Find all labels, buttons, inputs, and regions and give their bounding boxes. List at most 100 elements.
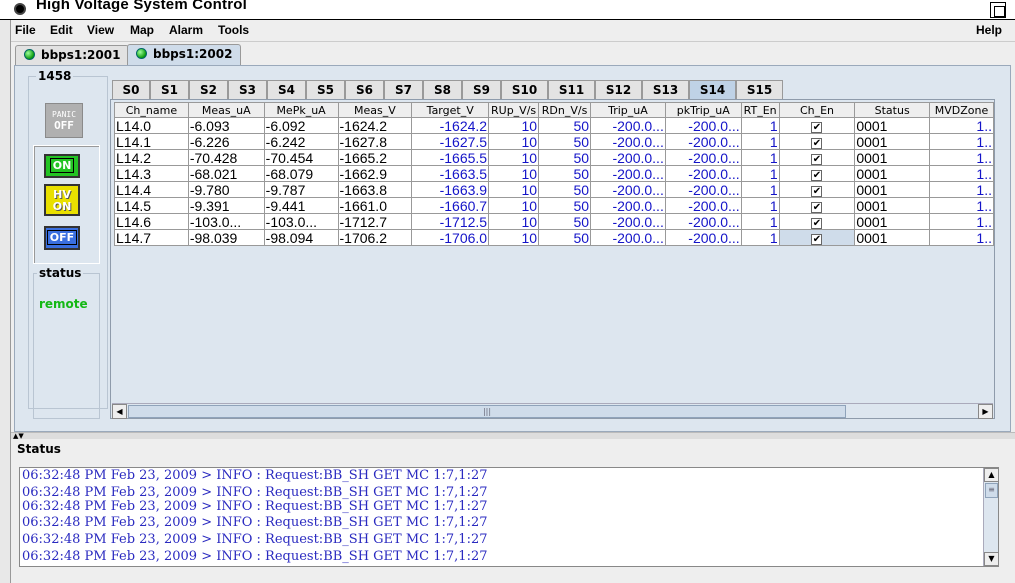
table-cell[interactable]: 10 [488, 181, 540, 198]
slot-tab-s4[interactable]: S4 [267, 80, 306, 99]
hv-on-button[interactable]: HV ON [44, 184, 80, 216]
table-cell[interactable]: 1.. [929, 117, 994, 134]
checkbox[interactable]: ✔ [811, 186, 823, 197]
table-cell[interactable]: -6.242 [263, 133, 339, 150]
horizontal-scrollbar[interactable]: ◀ ||| ▶ [112, 403, 993, 419]
scroll-left-arrow-icon[interactable]: ◀ [112, 404, 127, 419]
column-header[interactable]: Ch_En [778, 102, 856, 118]
menu-help[interactable]: Help [976, 23, 1002, 37]
table-cell[interactable]: 10 [488, 165, 540, 182]
table-cell[interactable]: -1663.9 [411, 181, 490, 198]
slot-tab-s15[interactable]: S15 [736, 80, 783, 99]
table-cell[interactable]: -200.0... [664, 165, 742, 182]
column-header[interactable]: RDn_V/s [538, 102, 592, 118]
slot-tab-s14[interactable]: S14 [689, 80, 736, 99]
off-button[interactable]: OFF [44, 226, 80, 250]
table-cell[interactable]: 50 [538, 213, 592, 230]
scroll-right-arrow-icon[interactable]: ▶ [978, 404, 993, 419]
column-header[interactable]: RUp_V/s [488, 102, 540, 118]
table-cell[interactable]: -200.0... [590, 165, 666, 182]
table-cell[interactable]: -200.0... [664, 213, 742, 230]
slot-tab-s0[interactable]: S0 [112, 80, 150, 99]
on-button[interactable]: ON [44, 154, 80, 178]
column-header[interactable]: Target_V [411, 102, 490, 118]
table-cell[interactable]: L14.6 [114, 213, 189, 230]
table-cell[interactable]: -1624.2 [411, 117, 490, 134]
slot-tab-s8[interactable]: S8 [423, 80, 462, 99]
column-header[interactable]: pkTrip_uA [664, 102, 742, 118]
slot-tab-s11[interactable]: S11 [548, 80, 595, 99]
table-cell[interactable]: 1.. [929, 149, 994, 166]
table-cell[interactable]: ✔ [778, 229, 856, 246]
window-icon[interactable] [14, 3, 26, 15]
table-cell[interactable]: 0001 [854, 117, 930, 134]
table-row[interactable]: L14.2 -70.428 -70.454 -1665.2 -1665.5 10 50 -20… [114, 149, 994, 166]
column-header[interactable]: Status [854, 102, 930, 118]
table-cell[interactable]: -68.021 [187, 165, 265, 182]
vertical-scrollbar[interactable]: ▲ ≡ ▼ [983, 468, 999, 566]
table-cell[interactable]: -9.780 [187, 181, 265, 198]
table-cell[interactable]: -200.0... [664, 229, 742, 246]
table-cell[interactable]: 50 [538, 197, 592, 214]
table-cell[interactable]: L14.5 [114, 197, 189, 214]
table-cell[interactable]: 1.. [929, 229, 994, 246]
table-cell[interactable]: -1627.8 [337, 133, 413, 150]
menu-view[interactable]: View [87, 23, 114, 37]
table-cell[interactable]: 10 [488, 213, 540, 230]
table-cell[interactable]: ✔ [778, 213, 856, 230]
table-cell[interactable]: -200.0... [664, 117, 742, 134]
table-row[interactable]: L14.3 -68.021 -68.079 -1662.9 -1663.5 10 50 -20… [114, 165, 994, 182]
table-cell[interactable]: -1706.0 [411, 229, 490, 246]
table-cell[interactable]: L14.4 [114, 181, 189, 198]
slot-tab-s9[interactable]: S9 [462, 80, 501, 99]
table-cell[interactable]: 50 [538, 117, 592, 134]
column-header[interactable]: Trip_uA [590, 102, 666, 118]
table-cell[interactable]: 1.. [929, 213, 994, 230]
table-cell[interactable]: 1 [740, 213, 780, 230]
table-cell[interactable]: -1663.5 [411, 165, 490, 182]
slot-tab-s5[interactable]: S5 [306, 80, 345, 99]
table-cell[interactable]: 1 [740, 133, 780, 150]
table-row[interactable]: L14.5 -9.391 -9.441 -1661.0 -1660.7 10 50 -200.… [114, 197, 994, 214]
checkbox[interactable]: ✔ [811, 170, 823, 181]
table-cell[interactable]: 0001 [854, 197, 930, 214]
table-cell[interactable]: L14.2 [114, 149, 189, 166]
table-cell[interactable]: L14.0 [114, 117, 189, 134]
table-cell[interactable]: -9.787 [263, 181, 339, 198]
table-row[interactable]: L14.4 -9.780 -9.787 -1663.8 -1663.9 10 50 -200.… [114, 181, 994, 198]
table-cell[interactable]: -1624.2 [337, 117, 413, 134]
table-cell[interactable]: ✔ [778, 197, 856, 214]
table-cell[interactable]: ✔ [778, 149, 856, 166]
table-cell[interactable]: -200.0... [664, 181, 742, 198]
checkbox[interactable]: ✔ [811, 202, 823, 213]
checkbox[interactable]: ✔ [811, 218, 823, 229]
table-cell[interactable]: 50 [538, 181, 592, 198]
column-header[interactable]: Meas_V [337, 102, 413, 118]
column-header[interactable]: Ch_name [114, 102, 189, 118]
menu-map[interactable]: Map [130, 23, 154, 37]
table-cell[interactable]: -6.092 [263, 117, 339, 134]
slot-tab-s1[interactable]: S1 [150, 80, 189, 99]
table-cell[interactable]: 10 [488, 197, 540, 214]
table-cell[interactable]: -1660.7 [411, 197, 490, 214]
table-cell[interactable]: -103.0... [187, 213, 265, 230]
table-cell[interactable]: 1 [740, 229, 780, 246]
table-cell[interactable]: L14.7 [114, 229, 189, 246]
menu-tools[interactable]: Tools [218, 23, 249, 37]
slot-tab-s2[interactable]: S2 [189, 80, 228, 99]
table-cell[interactable]: -1665.2 [337, 149, 413, 166]
table-cell[interactable]: 1.. [929, 133, 994, 150]
panic-off-button[interactable]: PANIC OFF [45, 103, 83, 138]
slot-tab-s6[interactable]: S6 [345, 80, 384, 99]
table-cell[interactable]: 10 [488, 229, 540, 246]
slot-tab-s3[interactable]: S3 [228, 80, 267, 99]
table-row[interactable]: L14.6 -103.0... -103.0... -1712.7 -1712.5 10 5… [114, 213, 994, 230]
table-cell[interactable]: -9.391 [187, 197, 265, 214]
checkbox[interactable]: ✔ [811, 234, 823, 245]
table-cell[interactable]: -1627.5 [411, 133, 490, 150]
menu-edit[interactable]: Edit [50, 23, 73, 37]
slot-tab-s7[interactable]: S7 [384, 80, 423, 99]
table-cell[interactable]: -1665.5 [411, 149, 490, 166]
menu-file[interactable]: File [15, 23, 36, 37]
table-cell[interactable]: -200.0... [590, 197, 666, 214]
